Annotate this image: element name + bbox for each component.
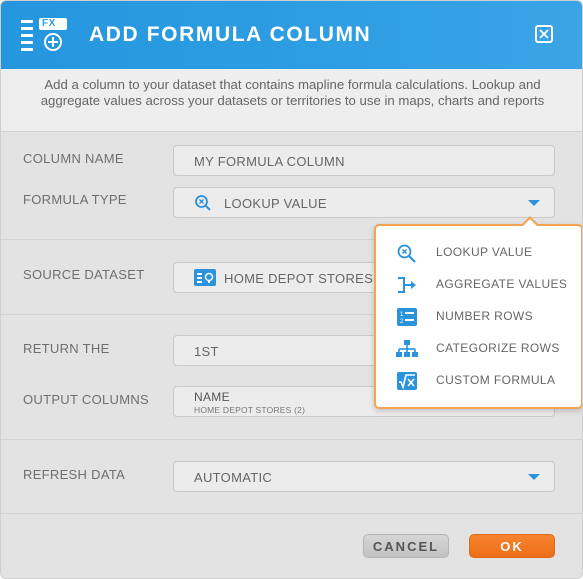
cancel-button[interactable]: CANCEL — [363, 534, 449, 558]
lookup-icon — [195, 195, 211, 211]
dropdown-item-custom-formula[interactable]: CUSTOM FORMULA — [376, 365, 581, 397]
formula-type-dropdown: LOOKUP VALUE AGGREGATE VALUES 1 2 NUMBER… — [374, 216, 582, 409]
lookup-icon — [397, 244, 416, 263]
refresh-data-label: REFRESH DATA — [23, 467, 126, 482]
dataset-icon — [194, 269, 216, 286]
dropdown-item-lookup-value[interactable]: LOOKUP VALUE — [376, 237, 581, 269]
output-columns-label: OUTPUT COLUMNS — [23, 392, 150, 407]
dropdown-item-label: AGGREGATE VALUES — [436, 277, 568, 291]
source-dataset-value: HOME DEPOT STORES — [224, 271, 374, 286]
chevron-down-icon — [528, 200, 540, 206]
number-rows-icon: 1 2 — [397, 308, 417, 326]
column-name-label: COLUMN NAME — [23, 151, 124, 166]
dialog-header: FX ADD FORMULA COLUMN — [1, 1, 582, 69]
column-name-input[interactable]: MY FORMULA COLUMN — [173, 145, 555, 176]
close-button[interactable] — [535, 25, 553, 43]
fx-badge-text: FX — [42, 18, 56, 29]
chevron-down-icon — [528, 474, 540, 480]
output-column-source: HOME DEPOT STORES (2) — [194, 405, 306, 415]
dropdown-item-label: LOOKUP VALUE — [436, 245, 533, 259]
dialog-description: Add a column to your dataset that contai… — [1, 69, 582, 132]
add-formula-column-dialog: FX ADD FORMULA COLUMN Add a column to yo… — [0, 0, 583, 579]
dropdown-item-number-rows[interactable]: 1 2 NUMBER ROWS — [376, 301, 581, 333]
dropdown-item-label: CUSTOM FORMULA — [436, 373, 556, 387]
formula-type-select[interactable]: LOOKUP VALUE — [173, 187, 555, 218]
column-name-value: MY FORMULA COLUMN — [194, 154, 345, 169]
close-icon — [539, 29, 549, 39]
return-the-value: 1ST — [194, 344, 219, 359]
refresh-data-value: AUTOMATIC — [194, 470, 273, 485]
aggregate-icon — [398, 277, 416, 293]
formula-type-label: FORMULA TYPE — [23, 192, 127, 207]
ok-button[interactable]: OK — [469, 534, 555, 558]
section-refresh: REFRESH DATA AUTOMATIC — [1, 441, 582, 514]
formula-type-value: LOOKUP VALUE — [224, 196, 327, 211]
formula-column-icon: FX — [21, 18, 71, 52]
dropdown-item-categorize-rows[interactable]: CATEGORIZE ROWS — [376, 333, 581, 365]
dropdown-item-aggregate-values[interactable]: AGGREGATE VALUES — [376, 269, 581, 301]
return-the-label: RETURN THE — [23, 341, 110, 356]
source-dataset-label: SOURCE DATASET — [23, 267, 145, 282]
refresh-data-select[interactable]: AUTOMATIC — [173, 461, 555, 492]
dropdown-item-label: NUMBER ROWS — [436, 309, 534, 323]
dialog-title: ADD FORMULA COLUMN — [89, 23, 372, 46]
output-column-name: NAME — [194, 390, 230, 404]
custom-formula-icon — [397, 372, 417, 390]
dialog-footer: CANCEL OK — [1, 514, 582, 578]
categorize-icon — [396, 340, 418, 357]
dropdown-item-label: CATEGORIZE ROWS — [436, 341, 560, 355]
